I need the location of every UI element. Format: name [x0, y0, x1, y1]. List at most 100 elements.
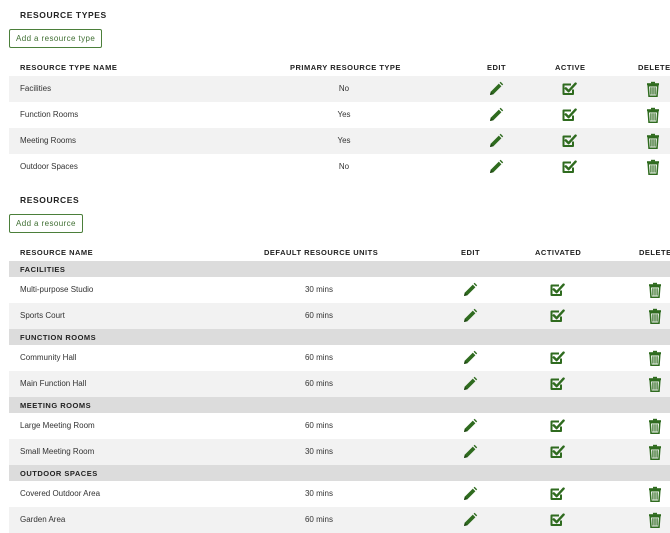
activated-toggle[interactable]	[549, 350, 565, 366]
pencil-icon	[462, 376, 478, 392]
table-row: Small Meeting Room 30 mins	[9, 439, 670, 465]
delete-button[interactable]	[647, 444, 663, 460]
group-header: OUTDOOR SPACES	[9, 465, 670, 481]
activated-toggle[interactable]	[549, 512, 565, 528]
table-row: Main Function Hall 60 mins	[9, 371, 670, 397]
delete-button[interactable]	[647, 308, 663, 324]
pencil-icon	[488, 159, 504, 175]
trash-icon	[647, 350, 663, 366]
group-header: MEETING ROOMS	[9, 397, 670, 413]
add-resource-type-button[interactable]: Add a resource type	[9, 29, 103, 48]
resource-name: Main Function Hall	[20, 379, 87, 388]
primary-resource-type: Yes	[337, 110, 351, 119]
default-resource-units: 60 mins	[304, 379, 333, 388]
activated-toggle[interactable]	[549, 282, 565, 298]
pencil-icon	[462, 418, 478, 434]
pencil-icon	[488, 133, 504, 149]
delete-button[interactable]	[647, 418, 663, 434]
group-title: MEETING ROOMS	[20, 401, 92, 410]
activated-toggle[interactable]	[549, 418, 565, 434]
column-header-units: DEFAULT RESOURCE UNITS	[264, 248, 379, 257]
check-square-icon	[549, 486, 565, 502]
delete-button[interactable]	[645, 133, 661, 149]
edit-button[interactable]	[462, 376, 478, 392]
active-toggle[interactable]	[561, 133, 577, 149]
activated-toggle[interactable]	[549, 444, 565, 460]
resource-name: Small Meeting Room	[20, 447, 95, 456]
edit-button[interactable]	[462, 512, 478, 528]
table-row: Large Meeting Room 60 mins	[9, 413, 670, 439]
edit-button[interactable]	[462, 308, 478, 324]
table-header: RESOURCE NAME DEFAULT RESOURCE UNITS EDI…	[9, 244, 670, 261]
pencil-icon	[462, 350, 478, 366]
table-row: Covered Outdoor Area 30 mins	[9, 481, 670, 507]
check-square-icon	[549, 418, 565, 434]
default-resource-units: 60 mins	[304, 515, 333, 524]
default-resource-units: 60 mins	[304, 353, 333, 362]
activated-toggle[interactable]	[549, 308, 565, 324]
activated-toggle[interactable]	[549, 486, 565, 502]
edit-button[interactable]	[462, 444, 478, 460]
edit-button[interactable]	[488, 81, 504, 97]
edit-button[interactable]	[488, 133, 504, 149]
resource-type-name: Facilities	[20, 84, 52, 93]
delete-button[interactable]	[647, 486, 663, 502]
check-square-icon	[549, 282, 565, 298]
activated-toggle[interactable]	[549, 376, 565, 392]
default-resource-units: 30 mins	[304, 447, 333, 456]
group-header: FACILITIES	[9, 261, 670, 277]
trash-icon	[647, 308, 663, 324]
pencil-icon	[462, 444, 478, 460]
trash-icon	[647, 486, 663, 502]
resource-name: Covered Outdoor Area	[20, 489, 101, 498]
pencil-icon	[462, 512, 478, 528]
trash-icon	[645, 107, 661, 123]
resources-table: RESOURCE NAME DEFAULT RESOURCE UNITS EDI…	[9, 244, 670, 533]
column-header-name: RESOURCE NAME	[20, 248, 94, 257]
edit-button[interactable]	[462, 282, 478, 298]
trash-icon	[647, 512, 663, 528]
group-header: FUNCTION ROOMS	[9, 329, 670, 345]
resource-name: Sports Court	[20, 311, 65, 320]
default-resource-units: 30 mins	[304, 489, 333, 498]
delete-button[interactable]	[645, 81, 661, 97]
resource-name: Large Meeting Room	[20, 421, 95, 430]
pencil-icon	[462, 282, 478, 298]
delete-button[interactable]	[647, 282, 663, 298]
edit-button[interactable]	[488, 107, 504, 123]
primary-resource-type: No	[338, 84, 350, 93]
edit-button[interactable]	[488, 159, 504, 175]
delete-button[interactable]	[645, 159, 661, 175]
active-toggle[interactable]	[561, 107, 577, 123]
table-row: Garden Area 60 mins	[9, 507, 670, 533]
resource-type-name: Meeting Rooms	[20, 136, 77, 145]
group-title: FACILITIES	[20, 265, 66, 274]
default-resource-units: 60 mins	[304, 421, 333, 430]
check-square-icon	[561, 133, 577, 149]
check-square-icon	[549, 512, 565, 528]
edit-button[interactable]	[462, 418, 478, 434]
trash-icon	[647, 444, 663, 460]
delete-button[interactable]	[647, 376, 663, 392]
pencil-icon	[488, 81, 504, 97]
table-row: Meeting Rooms Yes	[9, 128, 670, 154]
active-toggle[interactable]	[561, 81, 577, 97]
delete-button[interactable]	[645, 107, 661, 123]
table-row: Function Rooms Yes	[9, 102, 670, 128]
table-row: Outdoor Spaces No	[9, 154, 670, 180]
pencil-icon	[488, 107, 504, 123]
delete-button[interactable]	[647, 350, 663, 366]
edit-button[interactable]	[462, 486, 478, 502]
add-resource-button[interactable]: Add a resource	[9, 214, 83, 233]
resource-name: Multi-purpose Studio	[20, 285, 94, 294]
trash-icon	[647, 418, 663, 434]
active-toggle[interactable]	[561, 159, 577, 175]
trash-icon	[645, 159, 661, 175]
column-header-name: RESOURCE TYPE NAME	[20, 63, 118, 72]
primary-resource-type: No	[338, 162, 350, 171]
column-header-primary: PRIMARY RESOURCE TYPE	[290, 63, 401, 72]
resource-types-table: RESOURCE TYPE NAME PRIMARY RESOURCE TYPE…	[9, 59, 670, 180]
edit-button[interactable]	[462, 350, 478, 366]
delete-button[interactable]	[647, 512, 663, 528]
resource-name: Garden Area	[20, 515, 66, 524]
